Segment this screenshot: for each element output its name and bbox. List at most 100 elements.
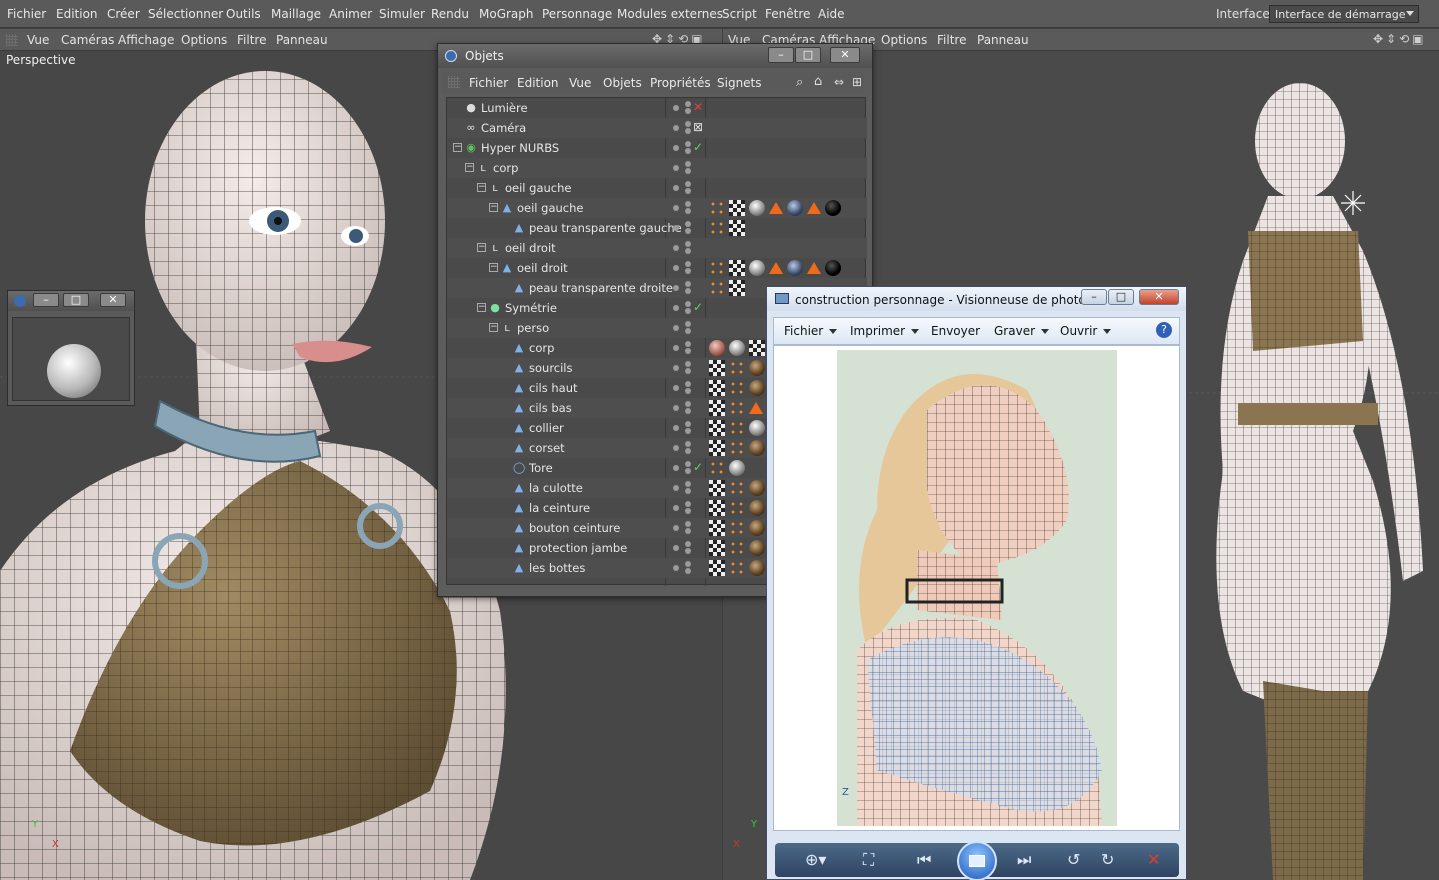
visibility-dots[interactable] bbox=[673, 241, 697, 254]
interface-dropdown[interactable]: Interface de démarrage bbox=[1269, 5, 1419, 23]
menu-fenetre[interactable]: Fenêtre bbox=[765, 7, 810, 21]
editor-visibility-dot[interactable] bbox=[673, 505, 679, 511]
tag-icon-tri[interactable] bbox=[807, 202, 821, 214]
minimize-button[interactable]: – bbox=[33, 293, 59, 307]
menu-creer[interactable]: Créer bbox=[107, 7, 140, 21]
tag-icon-chk[interactable] bbox=[709, 540, 725, 556]
tag-icon-chk[interactable] bbox=[709, 360, 725, 376]
expand-toggle-icon[interactable]: − bbox=[453, 143, 462, 152]
menu-mograph[interactable]: MoGraph bbox=[479, 7, 534, 21]
render-visibility-dot[interactable] bbox=[685, 421, 691, 427]
tag-icon-pts[interactable] bbox=[709, 460, 725, 476]
tag-icon-ms[interactable] bbox=[749, 260, 765, 276]
render-visibility-dot[interactable] bbox=[685, 101, 691, 107]
tree-row[interactable]: − ▲ oeil gauche bbox=[447, 198, 867, 218]
render-visibility-dot[interactable] bbox=[685, 528, 691, 534]
render-visibility-dot[interactable] bbox=[685, 281, 691, 287]
tag-icon-chk[interactable] bbox=[729, 220, 745, 236]
tag-icon-pts[interactable] bbox=[729, 540, 745, 556]
editor-visibility-dot[interactable] bbox=[673, 265, 679, 271]
maximize-button[interactable]: □ bbox=[795, 47, 821, 63]
viewer-menu-envoyer[interactable]: Envoyer bbox=[931, 324, 980, 338]
render-visibility-dot[interactable] bbox=[685, 168, 691, 174]
tree-row[interactable]: − ◉ Hyper NURBS ✓ bbox=[447, 138, 867, 158]
tree-row[interactable]: ∞ Caméra ⊠ bbox=[447, 118, 867, 138]
tag-icon-pts[interactable] bbox=[729, 560, 745, 576]
tag-icon-mbr[interactable] bbox=[749, 480, 765, 496]
editor-visibility-dot[interactable] bbox=[673, 325, 679, 331]
objects-window-titlebar[interactable]: Objets – □ ✕ bbox=[438, 44, 872, 68]
menu-personnage[interactable]: Personnage bbox=[542, 7, 612, 21]
tag-icon-mbr[interactable] bbox=[749, 500, 765, 516]
viewer-menu-ouvrir[interactable]: Ouvrir bbox=[1060, 324, 1112, 338]
render-visibility-dot[interactable] bbox=[685, 428, 691, 434]
render-visibility-dot[interactable] bbox=[685, 308, 691, 314]
tag-icon-mbr[interactable] bbox=[749, 380, 765, 396]
viewer-menu-graver[interactable]: Graver bbox=[994, 324, 1050, 338]
tag-icon-mb[interactable] bbox=[825, 260, 841, 276]
expand-toggle-icon[interactable]: − bbox=[477, 303, 486, 312]
tag-icon-tri[interactable] bbox=[807, 262, 821, 274]
vp-left-menu-panneau[interactable]: Panneau bbox=[276, 33, 328, 47]
editor-visibility-dot[interactable] bbox=[673, 305, 679, 311]
minimize-button[interactable]: – bbox=[768, 47, 794, 63]
render-visibility-dot[interactable] bbox=[685, 288, 691, 294]
render-visibility-dot[interactable] bbox=[685, 521, 691, 527]
tag-icon-chk[interactable] bbox=[729, 280, 745, 296]
menu-rendu[interactable]: Rendu bbox=[431, 7, 469, 21]
visibility-dots[interactable] bbox=[673, 401, 697, 414]
tag-icon-chk[interactable] bbox=[729, 260, 745, 276]
tag-icon-chk[interactable] bbox=[729, 200, 745, 216]
new-window-icon[interactable]: ⊞ bbox=[852, 75, 862, 89]
rotate-left-icon[interactable]: ↺ bbox=[1067, 850, 1080, 869]
tag-icon-tri[interactable] bbox=[769, 202, 783, 214]
tag-icon-pts[interactable] bbox=[709, 260, 725, 276]
render-visibility-dot[interactable] bbox=[685, 221, 691, 227]
menu-aide[interactable]: Aide bbox=[818, 7, 845, 21]
visibility-dots[interactable] bbox=[673, 521, 697, 534]
render-visibility-dot[interactable] bbox=[685, 388, 691, 394]
enabled-check-icon[interactable]: ✓ bbox=[693, 140, 703, 154]
visibility-dots[interactable] bbox=[673, 161, 697, 174]
visibility-dots[interactable] bbox=[673, 481, 697, 494]
grip-icon[interactable] bbox=[6, 34, 18, 46]
obj-menu-vue[interactable]: Vue bbox=[569, 76, 591, 90]
tag-icon-pts[interactable] bbox=[729, 400, 745, 416]
tag-icon-mbr[interactable] bbox=[749, 440, 765, 456]
previous-icon[interactable]: ⏮ bbox=[917, 850, 931, 870]
render-visibility-dot[interactable] bbox=[685, 501, 691, 507]
render-visibility-dot[interactable] bbox=[685, 208, 691, 214]
tag-icon-chk[interactable] bbox=[709, 480, 725, 496]
tag-icon-pts[interactable] bbox=[729, 520, 745, 536]
grip-icon[interactable] bbox=[448, 76, 460, 88]
tag-icon-tri[interactable] bbox=[749, 402, 763, 414]
expand-toggle-icon[interactable]: − bbox=[477, 183, 486, 192]
render-visibility-dot[interactable] bbox=[685, 188, 691, 194]
obj-menu-edition[interactable]: Edition bbox=[517, 76, 559, 90]
render-visibility-dot[interactable] bbox=[685, 228, 691, 234]
enabled-check-icon[interactable]: ✓ bbox=[693, 300, 703, 314]
render-visibility-dot[interactable] bbox=[685, 408, 691, 414]
editor-visibility-dot[interactable] bbox=[673, 465, 679, 471]
tag-icon-chk[interactable] bbox=[709, 380, 725, 396]
close-button[interactable]: ✕ bbox=[1139, 289, 1179, 305]
render-visibility-dot[interactable] bbox=[685, 568, 691, 574]
render-visibility-dot[interactable] bbox=[685, 328, 691, 334]
render-visibility-dot[interactable] bbox=[685, 141, 691, 147]
menu-edition[interactable]: Edition bbox=[56, 7, 98, 21]
editor-visibility-dot[interactable] bbox=[673, 405, 679, 411]
help-icon[interactable]: ? bbox=[1156, 322, 1172, 338]
render-visibility-dot[interactable] bbox=[685, 261, 691, 267]
disabled-x-icon[interactable]: ✕ bbox=[693, 100, 703, 114]
render-visibility-dot[interactable] bbox=[685, 341, 691, 347]
render-visibility-dot[interactable] bbox=[685, 161, 691, 167]
render-visibility-dot[interactable] bbox=[685, 128, 691, 134]
editor-visibility-dot[interactable] bbox=[673, 105, 679, 111]
tag-icon-pts[interactable] bbox=[729, 420, 745, 436]
editor-visibility-dot[interactable] bbox=[673, 345, 679, 351]
menu-modules-externes[interactable]: Modules externes bbox=[617, 7, 723, 21]
tag-icon-pts[interactable] bbox=[729, 440, 745, 456]
editor-visibility-dot[interactable] bbox=[673, 185, 679, 191]
visibility-dots[interactable] bbox=[673, 281, 697, 294]
tag-icon-mbr[interactable] bbox=[749, 360, 765, 376]
